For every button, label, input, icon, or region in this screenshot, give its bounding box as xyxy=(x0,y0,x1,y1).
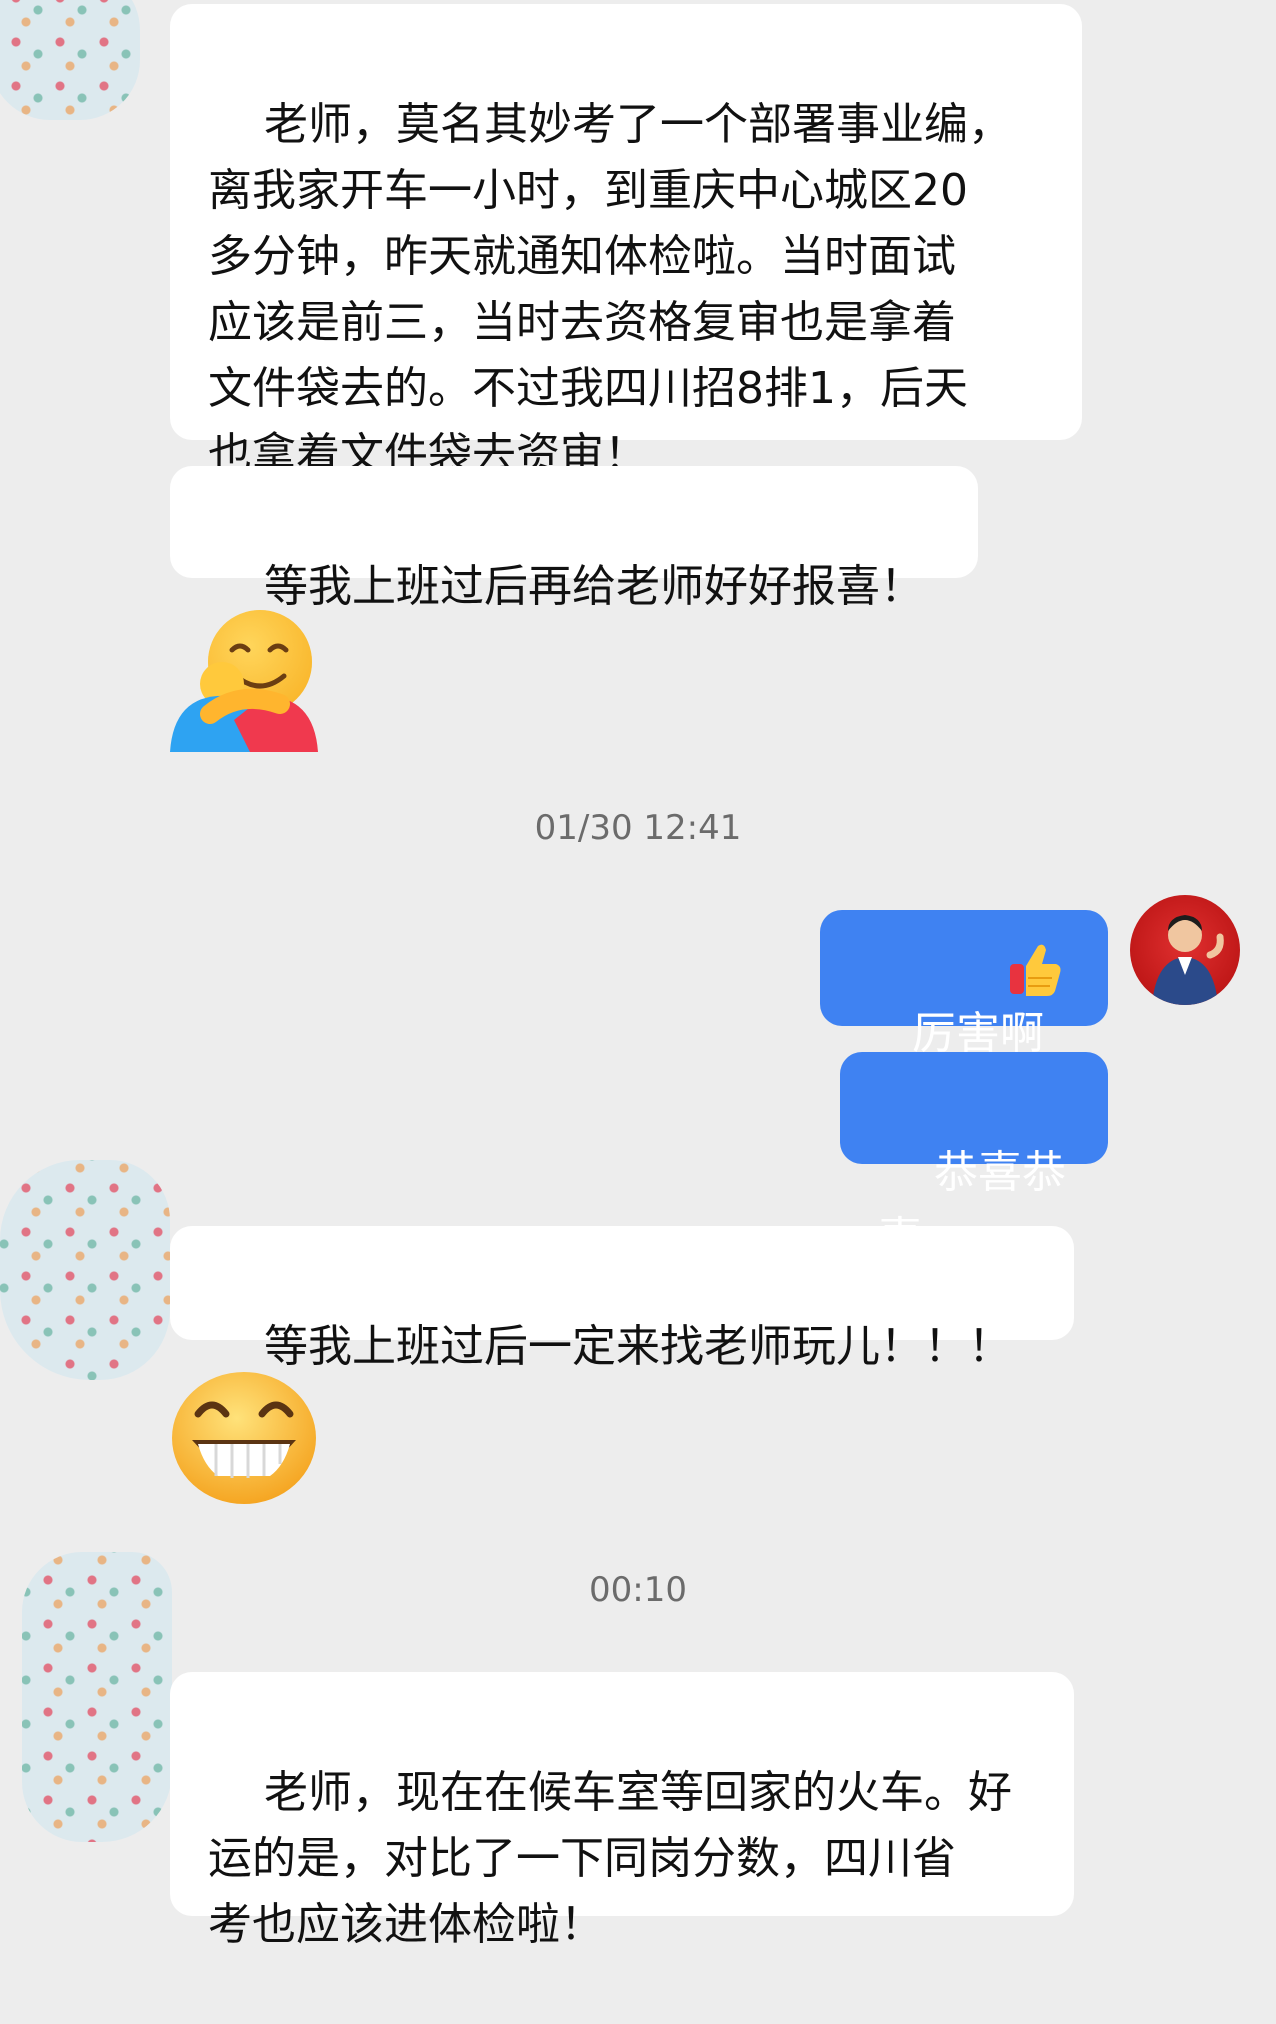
received-message-4-text: 老师，现在在候车室等回家的火车。好 运的是，对比了一下同岗分数，四川省 考也应该… xyxy=(208,1767,1012,1950)
thumbs-up-emoji xyxy=(1010,944,1061,996)
received-message-1[interactable]: 老师，莫名其妙考了一个部署事业编， 离我家开车一小时，到重庆中心城区20 多分钟… xyxy=(170,4,1082,480)
sent-message-2[interactable]: 恭喜恭喜 xyxy=(840,1052,1108,1264)
contact-avatar-top[interactable] xyxy=(0,0,140,120)
received-message-1-text: 老师，莫名其妙考了一个部署事业编， 离我家开车一小时，到重庆中心城区20 多分钟… xyxy=(208,99,1012,480)
contact-avatar-middle[interactable] xyxy=(0,1160,170,1380)
received-message-2-text: 等我上班过后再给老师好好报喜！ xyxy=(263,561,924,612)
hugging-face-emoji[interactable] xyxy=(170,604,318,752)
received-message-3-text: 等我上班过后一定来找老师玩儿！！！ xyxy=(263,1321,1012,1372)
timestamp-2: 00:10 xyxy=(589,1570,687,1610)
grinning-face-emoji[interactable] xyxy=(170,1370,318,1506)
sent-message-1[interactable]: 厉害啊 xyxy=(820,910,1108,1059)
received-message-2[interactable]: 等我上班过后再给老师好好报喜！ xyxy=(170,466,978,612)
user-avatar[interactable] xyxy=(1130,895,1240,1005)
contact-avatar-bottom[interactable] xyxy=(22,1552,172,1842)
received-message-4[interactable]: 老师，现在在候车室等回家的火车。好 运的是，对比了一下同岗分数，四川省 考也应该… xyxy=(170,1672,1074,1950)
chat-thread: 老师，莫名其妙考了一个部署事业编， 离我家开车一小时，到重庆中心城区20 多分钟… xyxy=(0,0,1276,1950)
received-message-3[interactable]: 等我上班过后一定来找老师玩儿！！！ xyxy=(170,1226,1074,1372)
timestamp-1: 01/30 12:41 xyxy=(534,808,742,848)
